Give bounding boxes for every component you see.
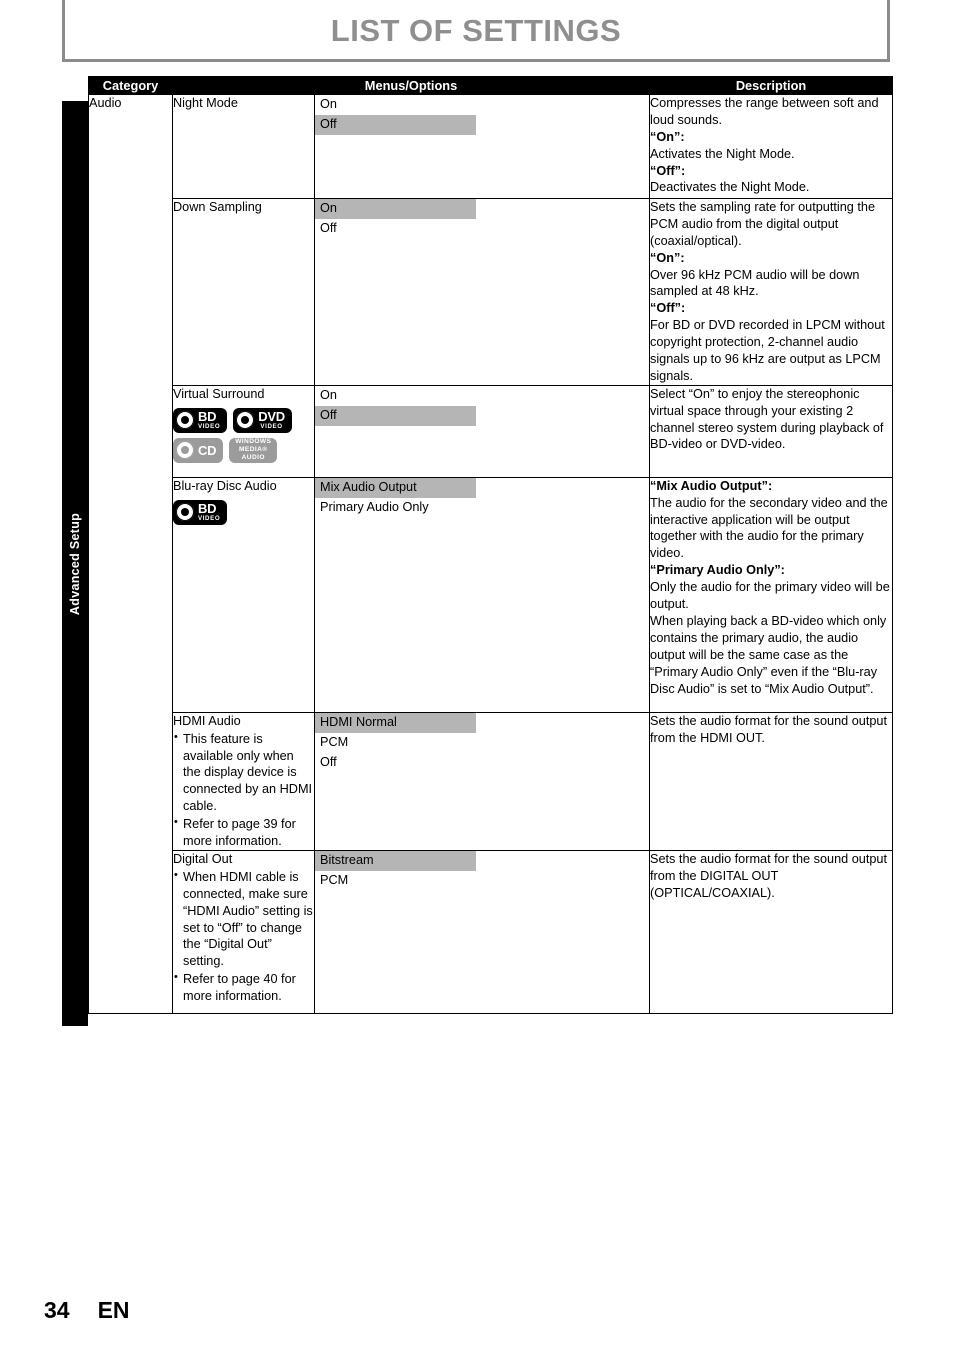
description-cell: Select “On” to enjoy the stereophonic vi… — [649, 384, 894, 478]
bd-video-icon: BD VIDEO — [173, 407, 228, 433]
table-row: Blu-ray Disc Audio BD VIDEO Mix Audio Outpu… — [89, 476, 894, 713]
table-row: HDMI AudioThis feature is available only… — [89, 711, 894, 851]
disc-glyph-icon — [236, 411, 255, 430]
table-header-row: Category Menus/Options Description — [88, 75, 894, 96]
footer-page-number: 34 — [44, 1297, 70, 1323]
description-subheading: “Mix Audio Output”: — [650, 478, 773, 493]
options-cell: Mix Audio Output Primary Audio Only — [313, 476, 651, 713]
menu-name[interactable]: Blu-ray Disc Audio — [173, 478, 314, 495]
windows-media-audio-icon: WINDOWS MEDIA® AUDIO — [229, 437, 278, 463]
cd-icon: CD — [173, 437, 224, 463]
category-label: Audio — [89, 96, 122, 111]
menu-notes-list: When HDMI cable is connected, make sure … — [173, 868, 314, 1005]
option-item[interactable]: On — [315, 386, 476, 406]
menu-notes-list: This feature is available only when the … — [173, 730, 314, 850]
option-item-selected[interactable]: Mix Audio Output — [315, 477, 476, 498]
option-item[interactable]: Off — [315, 219, 476, 239]
option-item-selected[interactable]: HDMI Normal — [315, 712, 476, 733]
page-title-box: LIST OF SETTINGS — [62, 0, 890, 62]
description-subheading: “On”: — [650, 250, 685, 265]
settings-table-body: Audio Night Mode On Off Compresses the range… — [88, 94, 894, 1014]
disc-format-logos: BD VIDEO — [173, 499, 314, 525]
description-paragraph: For BD or DVD recorded in LPCM without c… — [650, 318, 885, 383]
option-item[interactable]: Off — [315, 753, 476, 773]
header-menus-options: Menus/Options — [171, 75, 651, 96]
settings-table: Category Menus/Options Description Audio… — [88, 75, 894, 1014]
description-paragraph: Sets the audio format for the sound outp… — [650, 713, 888, 745]
settings-table-wrapper: Category Menus/Options Description Audio… — [88, 75, 894, 1014]
disc-glyph-icon — [176, 503, 194, 522]
description-paragraph: Only the audio for the primary video wil… — [650, 580, 890, 612]
logo-row: CD WINDOWS MEDIA® AUDIO — [173, 437, 314, 463]
description-cell: Sets the audio format for the sound outp… — [649, 711, 894, 851]
logo-row: BD VIDEO — [173, 499, 314, 525]
page-footer: 34 EN — [44, 1297, 130, 1324]
menu-cell: Down Sampling — [172, 198, 315, 386]
menu-name[interactable]: Down Sampling — [173, 199, 314, 216]
disc-glyph-icon — [176, 411, 194, 430]
menu-name[interactable]: HDMI Audio — [173, 713, 314, 730]
table-row: Digital OutWhen HDMI cable is connected,… — [89, 849, 894, 1014]
description-paragraph: Sets the sampling rate for outputting th… — [650, 200, 876, 248]
menu-cell: Night Mode — [172, 94, 315, 200]
menu-cell: Blu-ray Disc Audio BD VIDEO — [172, 476, 315, 713]
description-cell: Sets the sampling rate for outputting th… — [649, 198, 894, 386]
page-title: LIST OF SETTINGS — [330, 13, 622, 48]
header-category: Category — [88, 75, 173, 96]
disc-glyph-icon — [176, 441, 194, 460]
table-row: Audio Night Mode On Off Compresses the range… — [88, 94, 894, 1014]
description-subheading: “Primary Audio Only”: — [650, 563, 785, 578]
menu-note: Refer to page 40 for more information. — [173, 970, 314, 1005]
logo-row: BD VIDEO DVD VIDEO — [173, 407, 314, 433]
description-cell: “Mix Audio Output”: The audio for the sec… — [649, 476, 894, 713]
menu-cell: Digital OutWhen HDMI cable is connected,… — [172, 849, 315, 1014]
options-cell: HDMI Normal PCM Off — [313, 711, 651, 851]
header-description: Description — [649, 75, 894, 96]
table-row: Down Sampling On Off Sets the sampling rate… — [89, 198, 894, 386]
option-item-selected[interactable]: Off — [315, 405, 476, 426]
description-subheading: “Off”: — [650, 163, 686, 178]
category-cell-audio: Audio — [88, 94, 173, 1014]
disc-format-logos: BD VIDEO DVD VIDEO CD WINDOWS MEDIA® AUDIO — [173, 407, 314, 463]
dvd-video-icon: DVD VIDEO — [233, 407, 292, 433]
options-cell: Bitstream PCM — [313, 849, 651, 1014]
menu-cell: HDMI AudioThis feature is available only… — [172, 711, 315, 851]
description-paragraph: Deactivates the Night Mode. — [650, 180, 810, 195]
description-subheading: “On”: — [650, 129, 685, 144]
menu-cell: Virtual Surround BD VIDEO DVD VIDEO CD WINDOWS… — [172, 384, 315, 478]
menu-name[interactable]: Digital Out — [173, 851, 314, 868]
menu-note: This feature is available only when the … — [173, 730, 314, 815]
footer-language: EN — [97, 1297, 130, 1323]
description-paragraph: The audio for the secondary video and th… — [650, 495, 888, 561]
menu-name[interactable]: Night Mode — [173, 95, 314, 112]
option-item-selected[interactable]: On — [315, 199, 476, 219]
description-paragraph: Over 96 kHz PCM audio will be down sampl… — [650, 267, 860, 299]
options-cell: On Off — [313, 384, 651, 478]
description-paragraph: When playing back a BD-video which only … — [650, 613, 887, 696]
options-cell: On Off — [313, 198, 651, 386]
description-paragraph: Activates the Night Mode. — [650, 146, 795, 161]
option-item[interactable]: Primary Audio Only — [315, 498, 476, 518]
menu-name[interactable]: Virtual Surround — [173, 386, 314, 403]
description-cell: Sets the audio format for the sound outp… — [649, 849, 894, 1014]
option-item-selected[interactable]: Bitstream — [315, 850, 476, 871]
table-row: Virtual Surround BD VIDEO DVD VIDEO CD WINDOWS… — [89, 384, 894, 478]
description-paragraph: Compresses the range between soft and lo… — [650, 96, 879, 127]
option-item[interactable]: PCM — [315, 733, 476, 753]
bd-video-icon: BD VIDEO — [173, 499, 228, 525]
description-paragraph: Select “On” to enjoy the stereophonic vi… — [650, 386, 884, 452]
section-tab-label: Advanced Setup — [68, 512, 82, 615]
description-cell: Compresses the range between soft and lo… — [649, 94, 894, 200]
menu-note: Refer to page 39 for more information. — [173, 815, 314, 850]
option-item[interactable]: PCM — [315, 871, 476, 891]
menu-note: When HDMI cable is connected, make sure … — [173, 868, 314, 970]
section-tab-advanced-setup: Advanced Setup — [62, 101, 88, 1026]
description-subheading: “Off”: — [650, 301, 686, 316]
options-cell: On Off — [313, 94, 651, 200]
option-item[interactable]: On — [315, 95, 476, 115]
description-paragraph: Sets the audio format for the sound outp… — [650, 851, 888, 900]
option-item-selected[interactable]: Off — [315, 114, 476, 135]
